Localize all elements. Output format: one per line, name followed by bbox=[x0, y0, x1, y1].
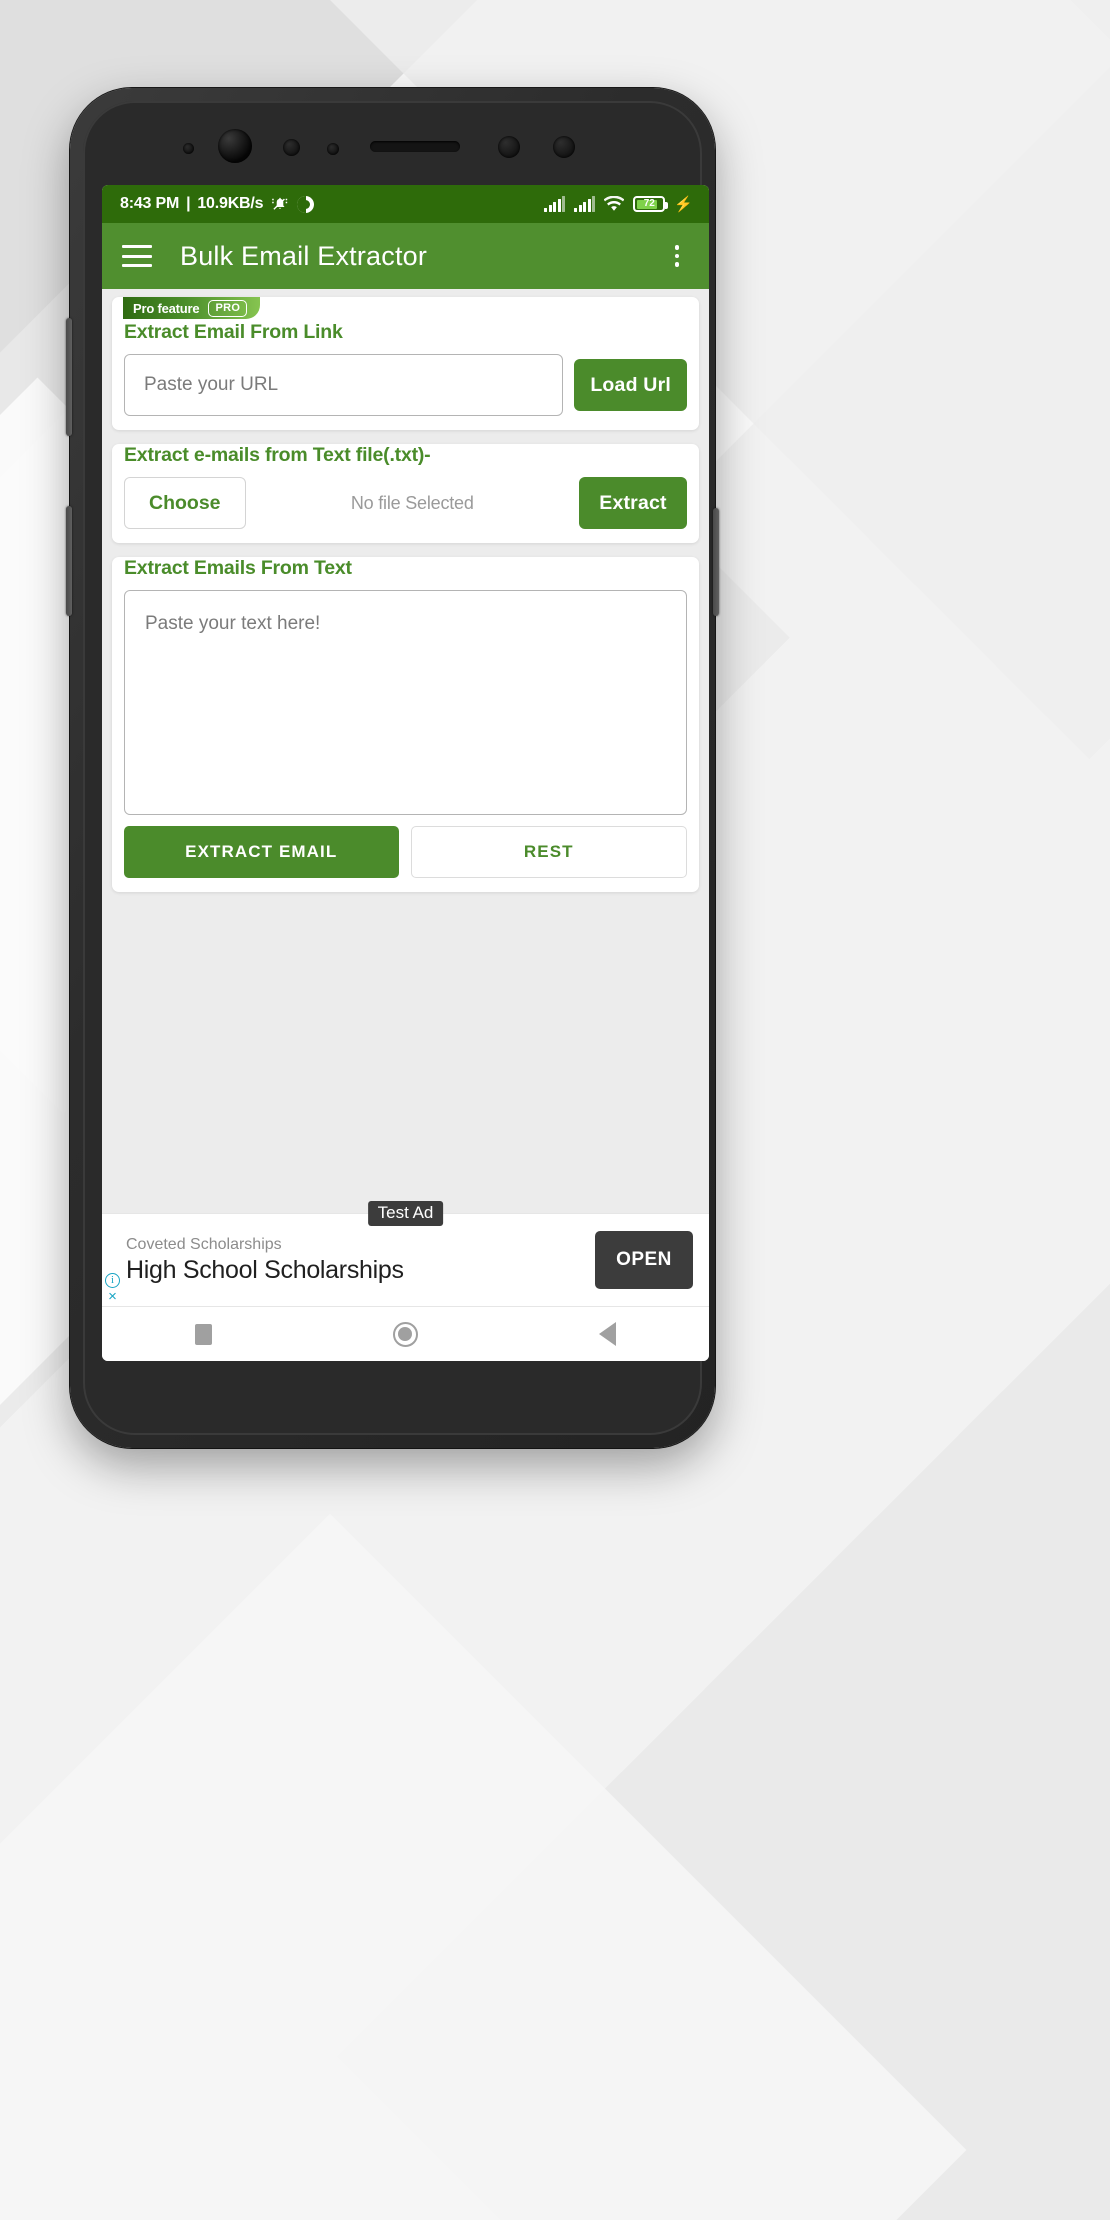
ad-test-label: Test Ad bbox=[367, 1201, 444, 1226]
page-title: Bulk Email Extractor bbox=[180, 240, 428, 271]
phone-bezel: 8:43 PM | 10.9KB/s 72 ⚡ Bulk Email Extra… bbox=[83, 101, 709, 1435]
text-action-row: EXTRACT EMAIL REST bbox=[124, 826, 687, 878]
ad-close-icon[interactable]: × bbox=[108, 1289, 117, 1304]
status-separator: | bbox=[186, 195, 191, 212]
status-bar-left: 8:43 PM | 10.9KB/s bbox=[120, 195, 315, 213]
status-bar-right: 72 ⚡ bbox=[544, 196, 693, 212]
status-data-rate: 10.9KB/s bbox=[197, 195, 264, 212]
file-status-label: No file Selected bbox=[350, 492, 474, 513]
android-navigation-bar bbox=[102, 1307, 709, 1361]
battery-indicator: 72 bbox=[633, 196, 669, 212]
extract-from-link-heading: Extract Email From Link bbox=[124, 321, 343, 343]
ad-open-button[interactable]: OPEN bbox=[595, 1231, 693, 1289]
secondary-sensor-icon bbox=[498, 136, 520, 158]
do-not-disturb-icon bbox=[297, 195, 315, 213]
extract-from-file-card: Extract e-mails from Text file(.txt)- Ch… bbox=[112, 444, 699, 543]
reset-button[interactable]: REST bbox=[410, 826, 687, 878]
back-triangle-icon bbox=[599, 1322, 617, 1346]
ad-badges: i × bbox=[105, 1273, 120, 1304]
main-content: Pro feature PRO Extract Email From Link … bbox=[102, 289, 709, 1213]
url-input[interactable]: Paste your URL bbox=[124, 354, 564, 416]
ad-headline: High School Scholarships bbox=[126, 1255, 404, 1284]
url-input-row: Paste your URL Load Url bbox=[124, 354, 687, 416]
extract-from-link-card: Pro feature PRO Extract Email From Link … bbox=[112, 297, 699, 430]
recents-square-icon bbox=[194, 1323, 212, 1345]
text-input-area[interactable]: Paste your text here! bbox=[124, 590, 687, 815]
choose-file-button[interactable]: Choose bbox=[124, 477, 246, 529]
signal-bars-icon bbox=[544, 196, 566, 212]
app-bar: Bulk Email Extractor bbox=[102, 223, 709, 289]
extract-from-text-card: Extract Emails From Text Paste your text… bbox=[112, 557, 699, 892]
extract-file-button[interactable]: Extract bbox=[579, 477, 687, 529]
extract-from-text-heading: Extract Emails From Text bbox=[124, 557, 352, 579]
wifi-icon bbox=[604, 196, 625, 211]
proximity-sensor-icon bbox=[183, 143, 194, 154]
ad-banner[interactable]: Test Ad i × Coveted Scholarships High Sc… bbox=[102, 1201, 709, 1307]
ad-info-icon[interactable]: i bbox=[105, 1273, 120, 1288]
pro-feature-badge: Pro feature PRO bbox=[123, 297, 261, 319]
phone-mockup: 8:43 PM | 10.9KB/s 72 ⚡ Bulk Email Extra… bbox=[66, 88, 719, 1448]
lightning-bolt-icon: ⚡ bbox=[674, 195, 693, 213]
ir-sensor-icon bbox=[327, 143, 339, 155]
status-bar: 8:43 PM | 10.9KB/s 72 ⚡ bbox=[102, 185, 709, 223]
bell-slash-icon bbox=[272, 197, 288, 210]
page-backdrop: 8:43 PM | 10.9KB/s 72 ⚡ Bulk Email Extra… bbox=[0, 0, 1110, 2220]
power-button[interactable] bbox=[713, 508, 719, 616]
ad-text-block: Coveted Scholarships High School Scholar… bbox=[126, 1236, 595, 1285]
back-button[interactable] bbox=[573, 1322, 643, 1346]
extract-from-file-heading: Extract e-mails from Text file(.txt)- bbox=[124, 444, 431, 466]
earpiece-speaker bbox=[370, 141, 460, 152]
home-circle-icon bbox=[392, 1321, 418, 1347]
three-dot-overflow-icon[interactable] bbox=[665, 243, 689, 269]
recents-button[interactable] bbox=[168, 1323, 238, 1345]
signal-bars-icon bbox=[574, 196, 596, 212]
hamburger-menu-icon[interactable] bbox=[122, 245, 152, 267]
home-button[interactable] bbox=[370, 1321, 440, 1347]
phone-screen: 8:43 PM | 10.9KB/s 72 ⚡ Bulk Email Extra… bbox=[102, 185, 709, 1361]
extract-email-button[interactable]: EXTRACT EMAIL bbox=[124, 826, 399, 878]
load-url-button[interactable]: Load Url bbox=[574, 359, 687, 411]
tertiary-sensor-icon bbox=[553, 136, 575, 158]
ad-advertiser: Coveted Scholarships bbox=[126, 1235, 282, 1253]
file-input-row: Choose No file Selected Extract bbox=[124, 477, 687, 529]
status-time: 8:43 PM bbox=[120, 195, 180, 212]
volume-down-button[interactable] bbox=[66, 506, 72, 616]
pro-badge-label: Pro feature bbox=[133, 300, 200, 316]
volume-up-button[interactable] bbox=[66, 318, 72, 436]
pro-pill-label: PRO bbox=[208, 299, 248, 317]
light-sensor-icon bbox=[283, 139, 300, 156]
battery-percent: 72 bbox=[643, 198, 655, 209]
front-camera-icon bbox=[218, 129, 252, 163]
